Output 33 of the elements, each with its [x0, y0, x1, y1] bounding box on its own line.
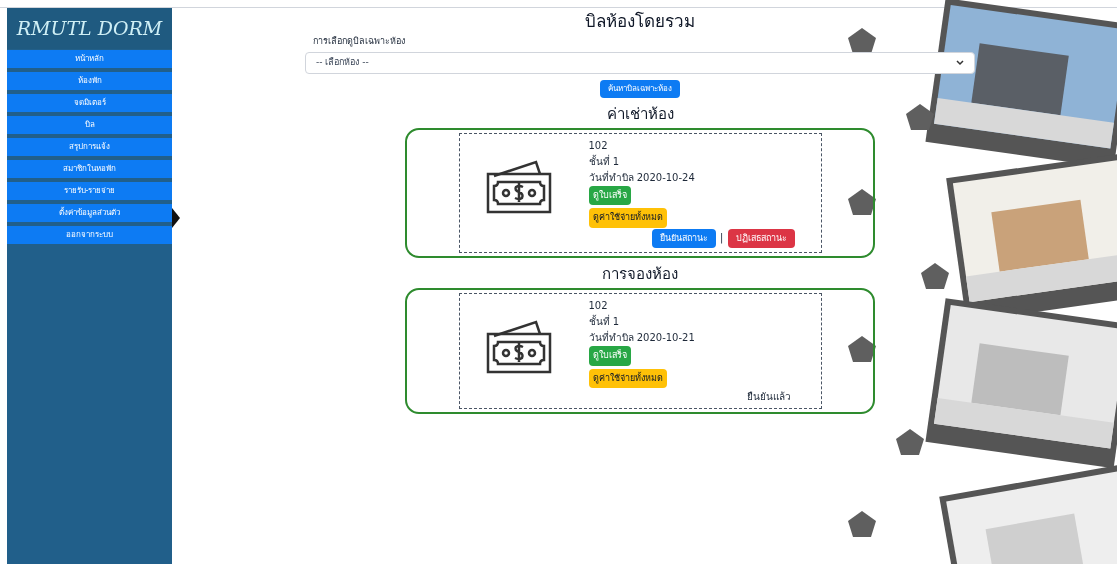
- sidebar-item[interactable]: บิล: [7, 116, 172, 134]
- section-heading: ค่าเช่าห้อง: [605, 103, 675, 125]
- search-bill-button[interactable]: ค้นหาบิลเฉพาะห้อง: [600, 79, 680, 98]
- filter-label: การเลือกดูบิลเฉพาะห้อง: [313, 35, 406, 49]
- status-text: ยืนยันแล้ว: [746, 390, 791, 404]
- bill-date: วันที่ทำบิล 2020-10-21: [588, 330, 695, 345]
- sidebar-item[interactable]: ออกจากระบบ: [7, 226, 172, 244]
- room-select[interactable]: -- เลือกห้อง --: [305, 51, 975, 74]
- sidebar-item[interactable]: สรุปการแจ้ง: [7, 138, 172, 156]
- floor-text: ชั้นที่ 1: [588, 314, 620, 329]
- chevron-icon: [956, 59, 964, 66]
- sidebar-item[interactable]: จดมิเตอร์: [7, 94, 172, 112]
- floor-text: ชั้นที่ 1: [588, 153, 620, 169]
- reject-status-button[interactable]: ปฏิเสธสถานะ: [727, 228, 795, 248]
- sidebar-item[interactable]: รายรับ-รายจ่าย: [7, 182, 172, 200]
- room-number: 102: [588, 299, 608, 313]
- pointer-icon: [172, 208, 180, 228]
- page-title: บิลห้องโดยรวม: [584, 10, 696, 33]
- sidebar-item[interactable]: หน้าหลัก: [7, 50, 172, 68]
- separator: |: [719, 230, 724, 246]
- sidebar-item[interactable]: ตั้งค่าข้อมูลส่วนตัว: [7, 204, 172, 222]
- bill-date: วันที่ทำบิล 2020-10-24: [588, 169, 695, 185]
- expenses-button[interactable]: ดูค่าใช้จ่ายทั้งหมด: [588, 208, 667, 228]
- sidebar-item[interactable]: สมาชิกในหอพัก: [7, 160, 172, 178]
- room-number: 102: [588, 138, 608, 153]
- expenses-button[interactable]: ดูค่าใช้จ่ายทั้งหมด: [588, 368, 667, 388]
- receipt-button[interactable]: ดูใบเสร็จ: [588, 346, 631, 366]
- receipt-button[interactable]: ดูใบเสร็จ: [588, 185, 631, 205]
- sidebar-item[interactable]: ห้องพัก: [7, 72, 172, 90]
- confirm-status-button[interactable]: ยืนยันสถานะ: [651, 228, 716, 248]
- banknote-icon: [485, 318, 552, 374]
- logo-text: RMUTL DORM: [16, 16, 163, 42]
- section-heading: การจองห้อง: [601, 264, 679, 285]
